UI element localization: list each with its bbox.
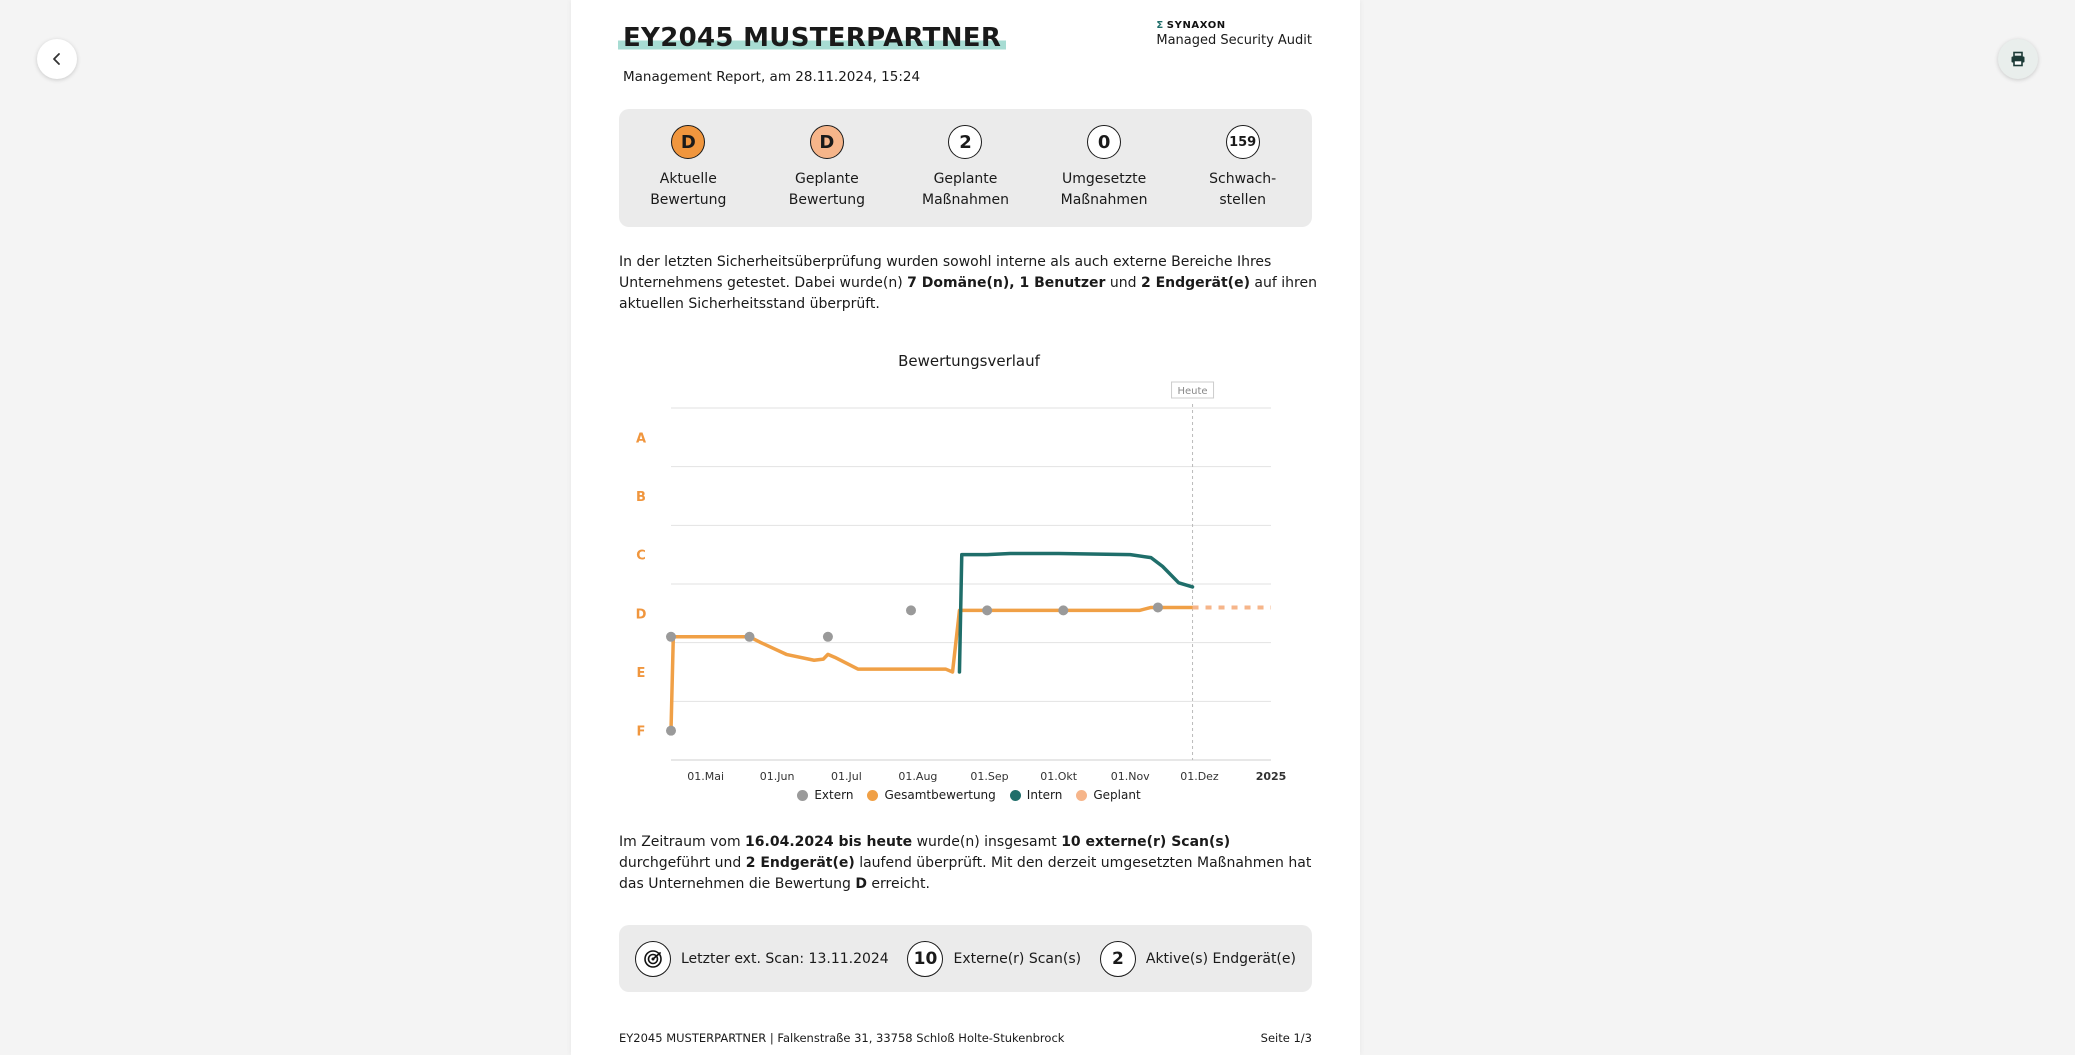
- legend-marker: [867, 789, 879, 801]
- summary-paragraph: Im Zeitraum vom 16.04.2024 bis heute wur…: [619, 832, 1319, 895]
- y-tick-label: C: [636, 549, 646, 564]
- kpi-planned-measures: 2 Geplante Maßnahmen: [896, 109, 1035, 227]
- kpi-label: Umgesetzte Maßnahmen: [1060, 171, 1148, 208]
- data-point-extern: [1152, 602, 1163, 613]
- series-line-intern: [957, 551, 1195, 674]
- legend-label: Gesamtbewertung: [884, 788, 996, 802]
- chart-title: Bewertungsverlauf: [898, 352, 1040, 370]
- chevron-left-icon: [53, 53, 60, 65]
- x-tick-label: 01.Aug: [898, 770, 937, 783]
- report-title: EY2045 MUSTERPARTNER: [618, 22, 1007, 54]
- legend-marker: [1076, 789, 1088, 801]
- x-tick-label: 01.Jul: [831, 770, 862, 783]
- synaxon-logo-icon: Σ: [1156, 20, 1164, 31]
- kpi-label: Schwach- stellen: [1209, 171, 1277, 208]
- y-tick-label: D: [636, 607, 647, 622]
- data-point-extern: [906, 605, 916, 616]
- kpi-vulnerabilities: 159 Schwach- stellen: [1173, 109, 1312, 227]
- printer-icon: [2011, 51, 2025, 67]
- kpi-current-rating: D Aktuelle Bewertung: [619, 109, 758, 227]
- footer-page-number: Seite 1/3: [1260, 1031, 1312, 1045]
- kpi-value: D: [809, 125, 844, 159]
- scan-count-stat: 10 Externe(r) Scan(s): [907, 940, 1082, 977]
- x-tick-label: 01.Dez: [1180, 770, 1219, 783]
- brand-name: SYNAXON: [1166, 20, 1226, 31]
- kpi-value: 159: [1225, 125, 1260, 159]
- intro-text: und: [1105, 275, 1141, 291]
- y-tick-label: A: [636, 431, 646, 446]
- summary-text: erreicht.: [866, 876, 930, 892]
- x-tick-label: 01.Mai: [687, 770, 724, 783]
- legend-item[interactable]: Geplant: [1076, 788, 1141, 802]
- x-tick-label: 01.Okt: [1040, 770, 1078, 783]
- x-tick-label: 2025: [1256, 770, 1287, 783]
- kpi-panel: D Aktuelle Bewertung D Geplante Bewertun…: [619, 109, 1312, 227]
- summary-bold: D: [855, 876, 867, 892]
- x-tick-label: 01.Sep: [970, 770, 1008, 783]
- kpi-label: Geplante Bewertung: [788, 171, 865, 208]
- brand: Σ SYNAXON Managed Security Audit: [1156, 20, 1312, 48]
- kpi-value: 0: [1087, 125, 1122, 159]
- data-point-extern: [822, 631, 833, 642]
- data-point-extern: [744, 631, 755, 642]
- summary-text: Im Zeitraum vom: [619, 834, 746, 850]
- y-tick-label: E: [637, 666, 646, 681]
- page-footer: EY2045 MUSTERPARTNER | Falkenstraße 31, …: [619, 1031, 1312, 1045]
- back-button[interactable]: [37, 39, 77, 79]
- kpi-implemented-measures: 0 Umgesetzte Maßnahmen: [1035, 109, 1174, 227]
- kpi-planned-rating: D Geplante Bewertung: [758, 109, 897, 227]
- x-tick-label: 01.Nov: [1111, 770, 1150, 783]
- summary-bold: 10 externe(r) Scan(s): [1061, 834, 1231, 850]
- last-scan-stat: Letzter ext. Scan: 13.11.2024: [635, 940, 889, 977]
- intro-bold: 2 Endgerät(e): [1140, 275, 1250, 291]
- data-point-extern: [666, 725, 676, 736]
- kpi-value: 2: [948, 125, 983, 159]
- chart-canvas: A B C D E F 01.Mai 01.Jun 01.Jul 01.Aug 01.Sep 01.O…: [636, 381, 1287, 783]
- kpi-value: D: [671, 125, 706, 159]
- kpi-label: Geplante Maßnahmen: [922, 171, 1009, 208]
- legend-item[interactable]: Extern: [797, 788, 853, 802]
- radar-icon: [635, 940, 671, 977]
- legend-marker: [1009, 789, 1021, 801]
- y-tick-label: B: [636, 490, 646, 505]
- legend-label: Extern: [814, 788, 854, 802]
- rating-chart: Bewertungsverlauf A B C D E F 01.Mai 01.Jun 01.J…: [619, 340, 1319, 810]
- legend-item[interactable]: Intern: [1009, 788, 1063, 802]
- intro-bold: 7 Domäne(n), 1 Benutzer: [907, 275, 1106, 291]
- intro-paragraph: In der letzten Sicherheitsüberprüfung wu…: [619, 252, 1319, 315]
- legend-item[interactable]: Gesamtbewertung: [867, 788, 996, 802]
- chart-legend: Extern Gesamtbewertung Intern Geplant: [619, 788, 1319, 802]
- legend-marker: [797, 789, 809, 801]
- footer-address: EY2045 MUSTERPARTNER | Falkenstraße 31, …: [619, 1031, 1065, 1045]
- last-scan-label: Letzter ext. Scan: 13.11.2024: [681, 950, 889, 967]
- data-point-extern: [1058, 605, 1069, 616]
- scan-count-label: Externe(r) Scan(s): [953, 950, 1082, 967]
- scan-count-value: 10: [907, 940, 944, 977]
- series-line-gesamtbewertung: [669, 605, 1195, 733]
- report-subtitle: Management Report, am 28.11.2024, 15:24: [623, 69, 921, 85]
- print-button[interactable]: [1998, 39, 2038, 79]
- y-tick-label: F: [637, 725, 646, 740]
- legend-label: Geplant: [1093, 788, 1141, 802]
- data-point-extern: [982, 605, 993, 616]
- brand-logo: Σ SYNAXON: [1156, 20, 1312, 31]
- data-point-extern: [666, 631, 676, 642]
- device-count-value: 2: [1099, 940, 1136, 977]
- device-count-label: Aktive(s) Endgerät(e): [1145, 950, 1296, 967]
- stats-panel: Letzter ext. Scan: 13.11.2024 10 Externe…: [619, 925, 1312, 992]
- legend-label: Intern: [1026, 788, 1063, 802]
- kpi-label: Aktuelle Bewertung: [650, 171, 727, 208]
- brand-subtitle: Managed Security Audit: [1156, 33, 1312, 48]
- device-count-stat: 2 Aktive(s) Endgerät(e): [1099, 940, 1296, 977]
- summary-bold: 2 Endgerät(e): [745, 855, 855, 871]
- summary-text: wurde(n) insgesamt: [912, 834, 1062, 850]
- summary-text: durchgeführt und: [619, 855, 746, 871]
- summary-bold: 16.04.2024 bis heute: [745, 834, 913, 850]
- today-label: Heute: [1177, 386, 1207, 397]
- x-tick-label: 01.Jun: [760, 770, 795, 783]
- report-page: EY2045 MUSTERPARTNER Management Report, …: [571, 0, 1360, 1055]
